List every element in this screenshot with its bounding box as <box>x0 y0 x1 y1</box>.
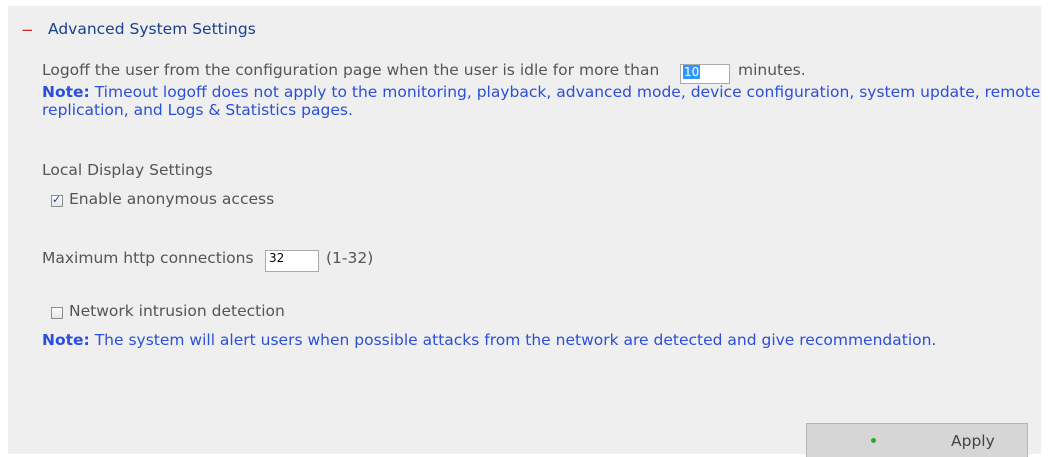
http-connections-input[interactable]: 32 <box>265 250 319 272</box>
timeout-note: Note: Timeout logoff does not apply to t… <box>42 83 1040 101</box>
timeout-note-label: Note: <box>42 83 90 101</box>
apply-label: Apply <box>951 432 995 450</box>
section-title[interactable]: Advanced System Settings <box>48 20 256 38</box>
idle-timeout-unit: minutes. <box>738 61 806 79</box>
collapse-toggle-icon[interactable]: − <box>21 23 34 38</box>
intrusion-note: Note: The system will alert users when p… <box>42 331 936 349</box>
intrusion-note-label: Note: <box>42 331 90 349</box>
timeout-note-continued: replication, and Logs & Statistics pages… <box>42 101 353 119</box>
anonymous-access-checkbox[interactable] <box>51 193 63 207</box>
anonymous-access-label[interactable]: Enable anonymous access <box>69 190 274 208</box>
idle-timeout-input[interactable]: 10 <box>680 64 730 84</box>
idle-timeout-value: 10 <box>683 65 701 79</box>
local-display-heading: Local Display Settings <box>42 161 213 179</box>
intrusion-detection-label[interactable]: Network intrusion detection <box>69 302 285 320</box>
intrusion-note-text: The system will alert users when possibl… <box>94 331 937 349</box>
idle-timeout-label: Logoff the user from the configuration p… <box>42 61 660 79</box>
http-connections-range: (1-32) <box>326 249 374 267</box>
settings-panel: − Advanced System Settings Logoff the us… <box>8 6 1041 457</box>
timeout-note-text: Timeout logoff does not apply to the mon… <box>94 83 1041 101</box>
apply-button[interactable]: Apply <box>806 423 1028 457</box>
status-dot-icon <box>871 438 876 443</box>
http-connections-label: Maximum http connections <box>42 249 254 267</box>
intrusion-detection-checkbox[interactable] <box>51 307 63 319</box>
